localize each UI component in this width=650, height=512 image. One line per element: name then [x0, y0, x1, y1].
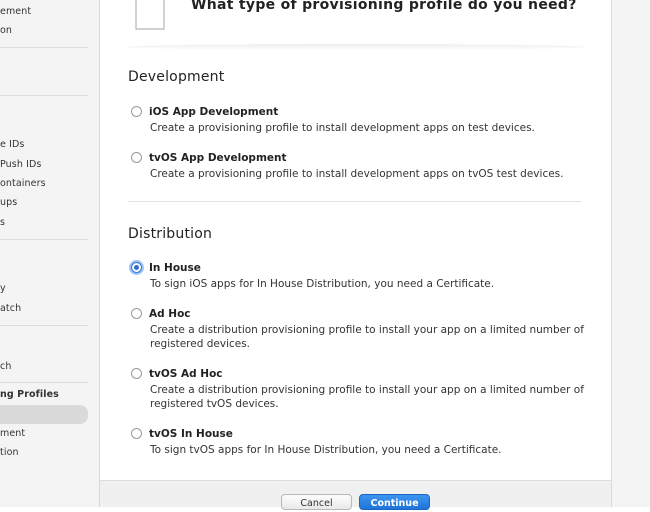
option-desc-tvos-in-house: To sign tvOS apps for In House Distribut… [150, 444, 502, 456]
document-icon [135, 0, 165, 30]
footer-bar [100, 480, 611, 507]
option-label-tvos-ad-hoc[interactable]: tvOS Ad Hoc [149, 368, 223, 380]
sidebar-section-provisioning-profiles: ng Profiles [0, 389, 59, 400]
option-desc-ios-app-development: Create a provisioning profile to install… [150, 122, 535, 134]
radio-ios-app-development[interactable] [131, 106, 142, 117]
sidebar-item-ipod-touch[interactable]: ch [0, 361, 11, 372]
sidebar-item-development[interactable]: ment [0, 428, 25, 439]
section-title-distribution: Distribution [128, 226, 213, 242]
option-desc-ad-hoc: Create a distribution provisioning profi… [150, 324, 584, 350]
sidebar-divider [0, 325, 88, 326]
sidebar-divider [0, 239, 88, 240]
cancel-button[interactable]: Cancel [281, 494, 352, 510]
sidebar-item-apple-tv[interactable]: y [0, 283, 6, 294]
option-desc-in-house: To sign iOS apps for In House Distributi… [150, 278, 495, 290]
sidebar-divider [0, 47, 88, 48]
sidebar-item-merchant-ids[interactable]: s [0, 217, 5, 228]
sidebar-divider [0, 95, 88, 96]
sidebar-item-pass-type-push-ids[interactable]: Push IDs [0, 159, 41, 170]
header-divider [125, 44, 585, 50]
radio-in-house[interactable] [131, 262, 142, 273]
page-title: What type of provisioning profile do you… [191, 0, 577, 13]
radio-ad-hoc[interactable] [131, 308, 142, 319]
option-label-in-house[interactable]: In House [149, 262, 201, 274]
option-label-tvos-app-development[interactable]: tvOS App Development [149, 152, 287, 164]
sidebar-divider [0, 382, 88, 383]
radio-tvos-app-development[interactable] [131, 152, 142, 163]
sidebar-item-website-push-ids[interactable]: e IDs [0, 139, 24, 150]
right-gutter [611, 0, 650, 507]
sidebar-item-icloud-containers[interactable]: ontainers [0, 178, 46, 189]
section-divider [128, 201, 581, 202]
sidebar-item-apple-watch[interactable]: atch [0, 303, 21, 314]
option-label-ios-app-development[interactable]: iOS App Development [149, 106, 278, 118]
sidebar-item-certificates-management[interactable]: ement [0, 6, 31, 17]
sidebar-item-app-groups[interactable]: ups [0, 197, 17, 208]
option-label-ad-hoc[interactable]: Ad Hoc [149, 308, 191, 320]
option-label-tvos-in-house[interactable]: tvOS In House [149, 428, 233, 440]
continue-button[interactable]: Continue [359, 494, 430, 510]
sidebar-item-selected[interactable] [0, 405, 88, 424]
option-desc-tvos-ad-hoc: Create a distribution provisioning profi… [150, 384, 584, 410]
section-title-development: Development [128, 69, 225, 85]
sidebar-item-distribution[interactable]: tion [0, 447, 19, 458]
sidebar-item-production[interactable]: on [0, 25, 12, 36]
sidebar: ement on e IDs Push IDs ontainers ups s … [0, 0, 100, 507]
option-desc-tvos-app-development: Create a provisioning profile to install… [150, 168, 564, 180]
radio-tvos-ad-hoc[interactable] [131, 368, 142, 379]
radio-tvos-in-house[interactable] [131, 428, 142, 439]
